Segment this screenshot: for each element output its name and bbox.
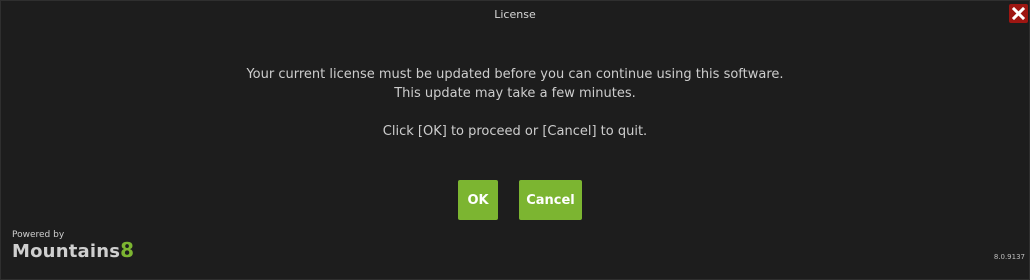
button-row: OK Cancel [1, 180, 1029, 220]
version-label: 8.0.9137 [993, 253, 1025, 261]
title-bar: License [1, 1, 1029, 29]
mountains-logo: Powered by Mountains8 [12, 230, 134, 262]
message-line-3: Click [OK] to proceed or [Cancel] to qui… [382, 124, 648, 139]
ok-button[interactable]: OK [458, 180, 498, 220]
message-line-1: Your current license must be updated bef… [246, 67, 784, 82]
close-button[interactable] [1009, 4, 1028, 23]
product-name-text: Mountains [12, 241, 121, 262]
cancel-button[interactable]: Cancel [519, 180, 582, 220]
product-version-mark: 8 [120, 238, 135, 262]
powered-by-label: Powered by [12, 230, 65, 240]
dialog-title: License [494, 8, 536, 21]
message-line-2: This update may take a few minutes. [394, 86, 636, 101]
license-dialog: License Your current license must be upd… [0, 0, 1030, 280]
product-name: Mountains8 [12, 240, 134, 262]
license-message: Your current license must be updated bef… [1, 65, 1029, 141]
close-icon [1012, 7, 1025, 20]
